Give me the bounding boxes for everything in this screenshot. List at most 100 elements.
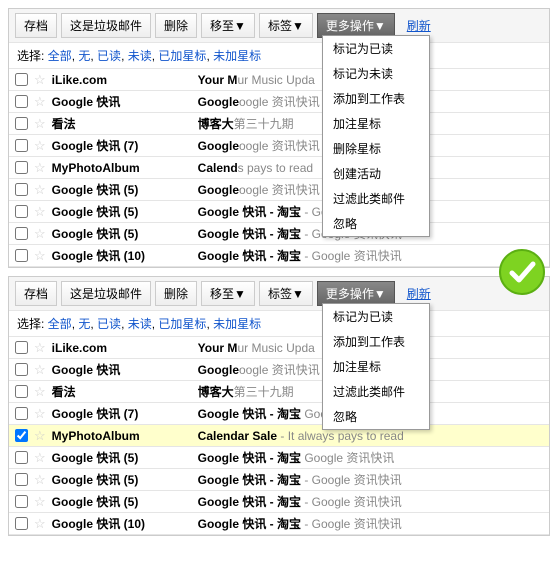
star-icon[interactable]: ☆ (34, 117, 46, 130)
select-starred[interactable]: 已加星标 (158, 317, 206, 331)
select-unstarred[interactable]: 未加星标 (213, 317, 261, 331)
archive-button[interactable]: 存档 (15, 281, 57, 306)
select-starred[interactable]: 已加星标 (158, 49, 206, 63)
menu-item[interactable]: 过滤此类邮件 (323, 186, 429, 211)
row-checkbox[interactable] (15, 205, 28, 218)
star-icon[interactable]: ☆ (34, 451, 46, 464)
mail-row[interactable]: ☆Google 快讯 (10)Google 快讯 - 淘宝 - Google 资… (9, 513, 549, 535)
menu-item[interactable]: 标记为已读 (323, 304, 429, 329)
labels-button[interactable]: 标签▼ (259, 13, 313, 38)
spam-button[interactable]: 这是垃圾邮件 (61, 13, 151, 38)
row-checkbox[interactable] (15, 95, 28, 108)
menu-item[interactable]: 忽略 (323, 211, 429, 236)
star-icon[interactable]: ☆ (34, 407, 46, 420)
star-icon[interactable]: ☆ (34, 249, 46, 262)
mail-list: ☆iLike.comYour Mur Music Upda☆Google 快讯G… (9, 69, 549, 267)
star-icon[interactable]: ☆ (34, 95, 46, 108)
select-unstarred[interactable]: 未加星标 (213, 49, 261, 63)
refresh-link[interactable]: 刷新 (407, 17, 431, 34)
mail-row[interactable]: ☆Google 快讯 (5)Google 快讯 - 淘宝 - Google 资讯… (9, 201, 549, 223)
row-checkbox[interactable] (15, 249, 28, 262)
menu-item[interactable]: 标记为已读 (323, 36, 429, 61)
refresh-link[interactable]: 刷新 (407, 285, 431, 302)
star-icon[interactable]: ☆ (34, 73, 46, 86)
menu-item[interactable]: 过滤此类邮件 (323, 379, 429, 404)
menu-item[interactable]: 添加到工作表 (323, 329, 429, 354)
labels-button[interactable]: 标签▼ (259, 281, 313, 306)
mail-row[interactable]: ☆iLike.comYour Mur Music Upda (9, 337, 549, 359)
star-icon[interactable]: ☆ (34, 161, 46, 174)
move-button[interactable]: 移至▼ (201, 281, 255, 306)
menu-item[interactable]: 标记为未读 (323, 61, 429, 86)
star-icon[interactable]: ☆ (34, 429, 46, 442)
more-actions-menu[interactable]: 标记为已读添加到工作表加注星标过滤此类邮件忽略 (322, 303, 430, 430)
mail-row[interactable]: ☆Google 快讯 (5)Google 快讯 - 淘宝 Google 资讯快讯 (9, 447, 549, 469)
row-checkbox[interactable] (15, 363, 28, 376)
mail-row[interactable]: ☆看法博客大第三十九期 (9, 113, 549, 135)
mail-row[interactable]: ☆Google 快讯 (7)Googleoogle 资讯快讯 (9, 135, 549, 157)
more-actions-menu[interactable]: 标记为已读标记为未读添加到工作表加注星标删除星标创建活动过滤此类邮件忽略 (322, 35, 430, 237)
mail-row[interactable]: ☆Google 快讯 (5)Google 快讯 - 淘宝 - Google 资讯… (9, 491, 549, 513)
menu-item[interactable]: 忽略 (323, 404, 429, 429)
spam-button[interactable]: 这是垃圾邮件 (61, 281, 151, 306)
select-all[interactable]: 全部 (48, 49, 72, 63)
move-button[interactable]: 移至▼ (201, 13, 255, 38)
select-unread[interactable]: 未读 (128, 49, 152, 63)
mail-row[interactable]: ☆iLike.comYour Mur Music Upda (9, 69, 549, 91)
menu-item[interactable]: 删除星标 (323, 136, 429, 161)
mail-row[interactable]: ☆Google 快讯Googleoogle 资讯快讯 (9, 91, 549, 113)
row-checkbox[interactable] (15, 73, 28, 86)
star-icon[interactable]: ☆ (34, 139, 46, 152)
row-checkbox[interactable] (15, 429, 28, 442)
row-checkbox[interactable] (15, 385, 28, 398)
star-icon[interactable]: ☆ (34, 517, 46, 530)
star-icon[interactable]: ☆ (34, 227, 46, 240)
row-checkbox[interactable] (15, 495, 28, 508)
select-read[interactable]: 已读 (97, 49, 121, 63)
delete-button[interactable]: 删除 (155, 281, 197, 306)
row-checkbox[interactable] (15, 117, 28, 130)
mail-row[interactable]: ☆Google 快讯 (7)Google 快讯 - 淘宝 Google 资讯快讯 (9, 403, 549, 425)
mail-row[interactable]: ☆Google 快讯 (5)Google 快讯 - 淘宝 - Google 资讯… (9, 223, 549, 245)
row-checkbox[interactable] (15, 227, 28, 240)
delete-button[interactable]: 删除 (155, 13, 197, 38)
row-checkbox[interactable] (15, 341, 28, 354)
menu-item[interactable]: 添加到工作表 (323, 86, 429, 111)
archive-button[interactable]: 存档 (15, 13, 57, 38)
menu-item[interactable]: 加注星标 (323, 111, 429, 136)
mail-row[interactable]: ☆看法博客大第三十九期 (9, 381, 549, 403)
mail-row[interactable]: ☆Google 快讯 (5)Google 快讯 - 淘宝 - Google 资讯… (9, 469, 549, 491)
menu-item[interactable]: 创建活动 (323, 161, 429, 186)
sender: Google 快讯 (5) (52, 471, 192, 488)
subject: Calendar Sale - It always pays to read (198, 429, 543, 443)
star-icon[interactable]: ☆ (34, 183, 46, 196)
row-checkbox[interactable] (15, 161, 28, 174)
row-checkbox[interactable] (15, 407, 28, 420)
select-all[interactable]: 全部 (48, 317, 72, 331)
row-checkbox[interactable] (15, 451, 28, 464)
sender: Google 快讯 (5) (52, 225, 192, 242)
mail-row[interactable]: ☆MyPhotoAlbumCalends pays to read (9, 157, 549, 179)
mail-row[interactable]: ☆Google 快讯 (5)Googleoogle 资讯快讯 (9, 179, 549, 201)
mail-row[interactable]: ☆Google 快讯 (10)Google 快讯 - 淘宝 - Google 资… (9, 245, 549, 267)
star-icon[interactable]: ☆ (34, 495, 46, 508)
select-read[interactable]: 已读 (97, 317, 121, 331)
mail-row[interactable]: ☆MyPhotoAlbumCalendar Sale - It always p… (9, 425, 549, 447)
row-checkbox[interactable] (15, 183, 28, 196)
star-icon[interactable]: ☆ (34, 341, 46, 354)
mail-row[interactable]: ☆Google 快讯Googleoogle 资讯快讯 (9, 359, 549, 381)
star-icon[interactable]: ☆ (34, 205, 46, 218)
star-icon[interactable]: ☆ (34, 363, 46, 376)
select-unread[interactable]: 未读 (128, 317, 152, 331)
sender: 看法 (52, 383, 192, 400)
sender: Google 快讯 (5) (52, 449, 192, 466)
star-icon[interactable]: ☆ (34, 385, 46, 398)
sender: Google 快讯 (5) (52, 181, 192, 198)
row-checkbox[interactable] (15, 517, 28, 530)
select-none[interactable]: 无 (78, 49, 90, 63)
menu-item[interactable]: 加注星标 (323, 354, 429, 379)
star-icon[interactable]: ☆ (34, 473, 46, 486)
row-checkbox[interactable] (15, 473, 28, 486)
select-none[interactable]: 无 (78, 317, 90, 331)
row-checkbox[interactable] (15, 139, 28, 152)
